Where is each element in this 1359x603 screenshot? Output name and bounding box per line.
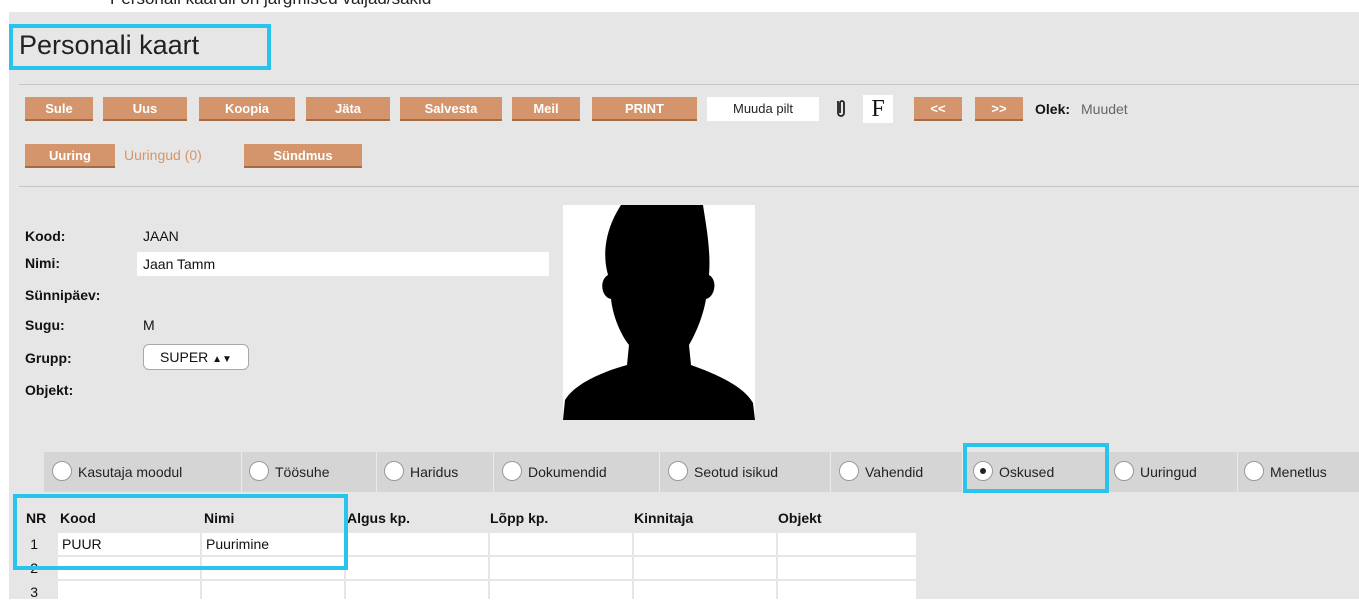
event-button[interactable]: Sündmus (244, 144, 362, 168)
cell-nimi[interactable] (202, 581, 344, 603)
discard-button[interactable]: Jäta (306, 97, 390, 121)
mail-button[interactable]: Meil (512, 97, 580, 121)
cell-kinnitaja[interactable] (634, 581, 776, 603)
cell-kinnitaja[interactable] (634, 557, 776, 579)
paperclip-icon[interactable] (829, 97, 853, 121)
cell-algus[interactable] (346, 581, 488, 603)
tab-label: Dokumendid (528, 464, 607, 480)
save-button[interactable]: Salvesta (400, 97, 502, 121)
tab-label: Töösuhe (275, 464, 330, 480)
radio-icon (1244, 461, 1264, 481)
radio-icon (502, 461, 522, 481)
tab-label: Haridus (410, 464, 459, 480)
status-label: Olek: (1035, 101, 1071, 117)
name-label: Nimi: (25, 255, 60, 271)
cell-objekt[interactable] (778, 557, 916, 579)
birthday-label: Sünnipäev: (25, 287, 101, 303)
cell-kinnitaja[interactable] (634, 533, 776, 555)
divider (19, 84, 1359, 85)
radio-icon (839, 461, 859, 481)
col-header-lopp: Lõpp kp. (490, 510, 549, 526)
cell-lopp[interactable] (490, 581, 632, 603)
group-label: Grupp: (25, 350, 72, 366)
tab-separator (493, 452, 494, 492)
survey-button[interactable]: Uuring (25, 144, 115, 168)
select-arrows-icon: ▲▼ (212, 354, 232, 365)
prev-button[interactable]: << (914, 97, 962, 121)
gender-value: M (143, 317, 155, 333)
radio-icon (249, 461, 269, 481)
surveys-link[interactable]: Uuringud (0) (124, 147, 202, 163)
code-value: JAAN (143, 228, 179, 244)
radio-icon (668, 461, 688, 481)
object-label: Objekt: (25, 382, 74, 398)
col-header-objekt: Objekt (778, 510, 822, 526)
code-label: Kood: (25, 228, 66, 244)
next-button[interactable]: >> (975, 97, 1023, 121)
f-button[interactable]: F (863, 95, 893, 123)
radio-icon (384, 461, 404, 481)
cell-algus[interactable] (346, 557, 488, 579)
col-header-algus: Algus kp. (347, 510, 411, 526)
cell-objekt[interactable] (778, 581, 916, 603)
radio-icon (52, 461, 72, 481)
tab-highlight (963, 443, 1109, 493)
tab-separator (241, 452, 242, 492)
tab-label: Uuringud (1140, 464, 1197, 480)
cell-lopp[interactable] (490, 533, 632, 555)
person-silhouette-icon (563, 205, 755, 420)
table-highlight (13, 494, 348, 570)
new-button[interactable]: Uus (103, 97, 187, 121)
close-button[interactable]: Sule (25, 97, 93, 121)
tab-separator (659, 452, 660, 492)
row-number: 3 (30, 584, 38, 600)
radio-icon (1114, 461, 1134, 481)
cell-objekt[interactable] (778, 533, 916, 555)
change-picture-button[interactable]: Muuda pilt (707, 97, 819, 121)
divider (19, 186, 1359, 187)
gender-label: Sugu: (25, 317, 65, 333)
tab-label: Vahendid (865, 464, 924, 480)
person-photo (563, 205, 755, 420)
cell-kood[interactable] (58, 581, 200, 603)
name-field[interactable] (137, 252, 549, 276)
cell-algus[interactable] (346, 533, 488, 555)
partial-top-text: Personali kaardil on järgmised väljad/sa… (0, 0, 1359, 12)
status-value: Muudet (1081, 101, 1128, 117)
tab-separator (1237, 452, 1238, 492)
tab-separator (830, 452, 831, 492)
cell-lopp[interactable] (490, 557, 632, 579)
copy-button[interactable]: Koopia (199, 97, 295, 121)
tab-label: Seotud isikud (694, 464, 779, 480)
group-select[interactable]: SUPER ▲▼ (143, 344, 249, 370)
tab-label: Kasutaja moodul (78, 464, 183, 480)
title-highlight (9, 24, 271, 70)
col-header-kinnitaja: Kinnitaja (634, 510, 694, 526)
tab-separator (376, 452, 377, 492)
print-button[interactable]: PRINT (592, 97, 697, 121)
tab-label: Menetlus (1270, 464, 1327, 480)
group-select-value: SUPER (160, 349, 209, 365)
